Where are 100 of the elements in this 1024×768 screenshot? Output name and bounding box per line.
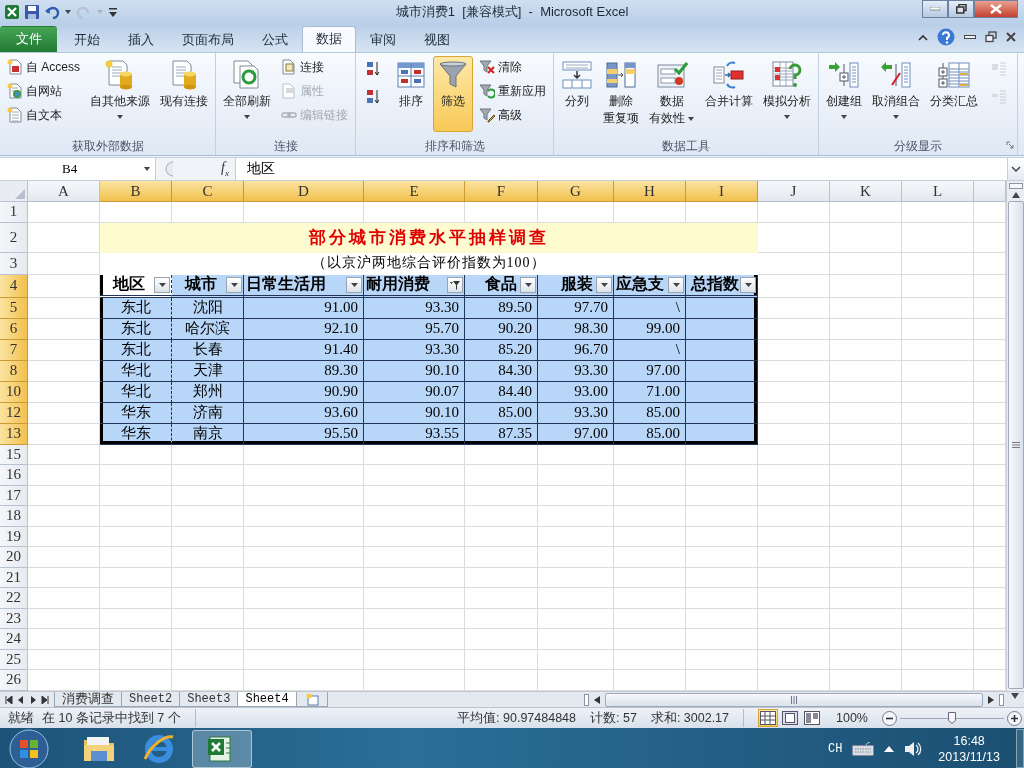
- ribbon-button[interactable]: 自 Access: [3, 56, 84, 78]
- row-header[interactable]: 20: [0, 547, 28, 568]
- keyboard-icon[interactable]: [852, 741, 875, 756]
- ribbon-button[interactable]: 创建组: [822, 56, 866, 130]
- sheet-tab[interactable]: Sheet3: [179, 692, 239, 707]
- zoom-out-button[interactable]: [882, 710, 897, 726]
- ribbon-tab[interactable]: 文件: [0, 26, 57, 52]
- row-header[interactable]: 18: [0, 506, 28, 527]
- ribbon-button[interactable]: 合并计算: [701, 56, 757, 130]
- clock[interactable]: 16:48 2013/11/13: [932, 732, 1006, 765]
- sheet-tab[interactable]: Sheet4: [237, 692, 297, 707]
- filter-dropdown-button[interactable]: [668, 276, 684, 293]
- scrollbar-thumb[interactable]: [605, 692, 983, 707]
- ribbon-button[interactable]: 重新应用: [475, 80, 550, 102]
- ribbon-button[interactable]: 自其他来源: [86, 56, 154, 130]
- speaker-icon[interactable]: [904, 740, 923, 757]
- scroll-right-button[interactable]: [987, 695, 995, 704]
- row-header[interactable]: 16: [0, 465, 28, 486]
- row-header[interactable]: 6: [0, 318, 28, 340]
- row-header[interactable]: 17: [0, 485, 28, 506]
- restore-button[interactable]: [985, 31, 997, 43]
- row-header[interactable]: 24: [0, 629, 28, 650]
- help-button[interactable]: [937, 28, 955, 46]
- ribbon-tab[interactable]: 视图: [410, 28, 464, 52]
- close-button[interactable]: [974, 0, 1018, 18]
- close-button[interactable]: [1006, 32, 1016, 42]
- column-header[interactable]: K: [830, 181, 902, 202]
- filter-dropdown-button[interactable]: [154, 276, 170, 293]
- ribbon-button[interactable]: 现有连接: [156, 56, 212, 130]
- scroll-down-button[interactable]: [1010, 692, 1020, 700]
- column-header[interactable]: H: [614, 181, 686, 202]
- row-header[interactable]: 1: [0, 202, 28, 223]
- column-header[interactable]: L: [902, 181, 974, 202]
- filter-dropdown-button[interactable]: [740, 276, 756, 293]
- row-header[interactable]: 3: [0, 252, 28, 275]
- triangle-up-icon[interactable]: [884, 745, 895, 752]
- undo-button[interactable]: [44, 4, 60, 20]
- restore-button[interactable]: [948, 0, 974, 18]
- ribbon-button[interactable]: 高级: [475, 104, 550, 126]
- scroll-left-button[interactable]: [593, 695, 601, 704]
- ribbon-button[interactable]: 分列: [557, 56, 597, 130]
- row-header[interactable]: 26: [0, 670, 28, 691]
- ribbon-button[interactable]: 清除: [475, 56, 550, 78]
- ribbon-tab[interactable]: 开始: [60, 28, 114, 52]
- zoom-level[interactable]: 100%: [836, 711, 868, 725]
- ribbon-button[interactable]: 模拟分析: [759, 56, 815, 130]
- row-header[interactable]: 4: [0, 274, 28, 298]
- row-header[interactable]: 10: [0, 381, 28, 403]
- column-header[interactable]: E: [364, 181, 465, 202]
- row-header[interactable]: 15: [0, 444, 28, 465]
- split-handle[interactable]: [999, 693, 1004, 706]
- next-sheet-button[interactable]: [29, 695, 37, 704]
- insert-function-button[interactable]: f$_{x}$: [221, 160, 229, 178]
- save-button[interactable]: [24, 4, 40, 20]
- row-header[interactable]: 21: [0, 567, 28, 588]
- ribbon-tab[interactable]: 数据: [302, 26, 356, 52]
- sheet-tab[interactable]: 消费调查: [54, 692, 122, 707]
- collapse-ribbon-button[interactable]: [918, 33, 928, 41]
- filter-dropdown-button[interactable]: [520, 276, 536, 293]
- dialog-launcher-button[interactable]: [1006, 141, 1014, 150]
- view-button[interactable]: [780, 709, 800, 727]
- ribbon-button[interactable]: 分类汇总: [926, 56, 982, 130]
- ribbon-tab[interactable]: 插入: [114, 28, 168, 52]
- expand-formula-button[interactable]: [1007, 158, 1024, 180]
- row-header[interactable]: 7: [0, 339, 28, 361]
- previous-sheet-button[interactable]: [17, 695, 25, 704]
- formula-input[interactable]: 地区: [236, 158, 1007, 180]
- zoom-in-button[interactable]: [1007, 710, 1022, 726]
- column-header[interactable]: G: [538, 181, 614, 202]
- filter-dropdown-button[interactable]: [346, 276, 362, 293]
- filter-dropdown-button[interactable]: [447, 276, 463, 293]
- view-button[interactable]: [802, 709, 822, 727]
- column-header[interactable]: J: [758, 181, 830, 202]
- ribbon-button[interactable]: 排序: [391, 56, 431, 130]
- split-handle[interactable]: [1008, 183, 1023, 189]
- split-handle[interactable]: [584, 693, 589, 706]
- filter-dropdown-button[interactable]: [226, 276, 242, 293]
- ribbon-tab[interactable]: 公式: [248, 28, 302, 52]
- column-header[interactable]: I: [686, 181, 758, 202]
- scroll-up-button[interactable]: [1010, 191, 1021, 199]
- minimize-button[interactable]: [964, 35, 976, 39]
- zoom-slider-thumb[interactable]: [948, 712, 956, 724]
- sheet-tab[interactable]: Sheet2: [121, 692, 181, 707]
- column-header[interactable]: C: [172, 181, 244, 202]
- row-header[interactable]: 23: [0, 608, 28, 629]
- column-header[interactable]: D: [244, 181, 364, 202]
- ribbon-button[interactable]: 自网站: [3, 80, 84, 102]
- column-header[interactable]: F: [465, 181, 538, 202]
- taskbar-app-button[interactable]: [192, 729, 252, 768]
- ribbon-button[interactable]: 取消组合: [868, 56, 924, 130]
- row-header[interactable]: 8: [0, 360, 28, 382]
- row-header[interactable]: 2: [0, 222, 28, 253]
- column-header[interactable]: B: [100, 181, 172, 202]
- row-header[interactable]: 19: [0, 526, 28, 547]
- ribbon-button[interactable]: 数据 有效性: [645, 56, 699, 130]
- ribbon-button[interactable]: 全部刷新: [219, 56, 275, 130]
- view-button[interactable]: [758, 709, 778, 727]
- row-header[interactable]: 12: [0, 402, 28, 424]
- filter-dropdown-button[interactable]: [596, 276, 612, 293]
- row-header[interactable]: 13: [0, 423, 28, 445]
